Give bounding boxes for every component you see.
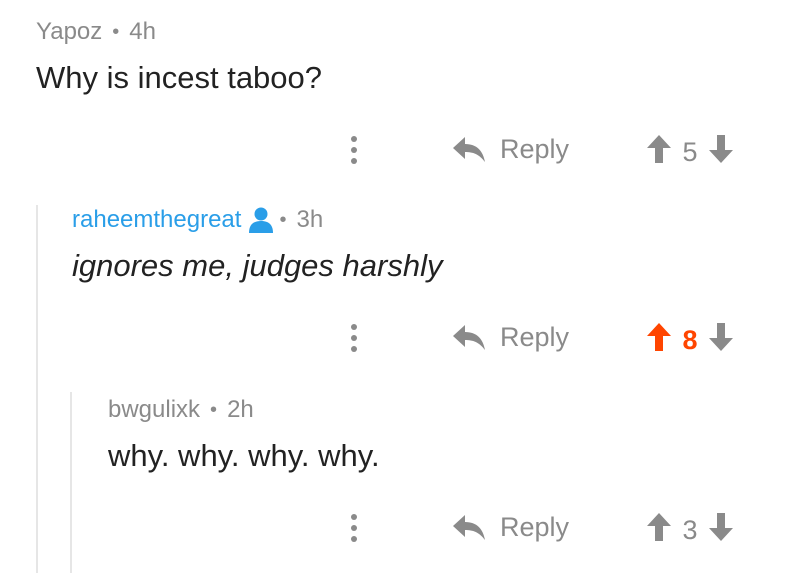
- reply-arrow-icon: [453, 324, 485, 350]
- vote-controls: 8: [646, 322, 734, 359]
- meta-separator: •: [210, 398, 218, 421]
- upvote-arrow-icon[interactable]: [646, 322, 672, 359]
- comment-actions: Reply 3: [0, 510, 800, 550]
- downvote-arrow-icon[interactable]: [708, 322, 734, 359]
- comment-author[interactable]: raheemthegreat: [72, 206, 241, 234]
- reply-button[interactable]: Reply: [452, 134, 569, 165]
- reply-button[interactable]: Reply: [452, 322, 569, 353]
- comment-meta: raheemthegreat • 3h: [72, 206, 442, 234]
- more-options-icon[interactable]: [350, 136, 358, 172]
- vote-controls: 3: [646, 512, 734, 549]
- reply-button[interactable]: Reply: [452, 512, 569, 543]
- reply-label: Reply: [500, 134, 570, 164]
- comment-actions: Reply 5: [0, 132, 800, 172]
- comment-actions: Reply 8: [0, 320, 800, 360]
- meta-separator: •: [112, 20, 120, 43]
- comment-author[interactable]: bwgulixk: [108, 396, 200, 424]
- comment-body: Why is incest taboo?: [36, 60, 323, 95]
- comment-bwgulixk: bwgulixk • 2h why. why. why. why.: [108, 396, 380, 474]
- more-options-icon[interactable]: [350, 324, 358, 360]
- vote-score: 5: [682, 137, 698, 167]
- comment-meta: Yapoz • 4h: [36, 18, 322, 46]
- more-options-icon[interactable]: [350, 514, 358, 550]
- vote-controls: 5: [646, 134, 734, 171]
- comment-body: why. why. why. why.: [108, 438, 380, 473]
- reply-arrow-icon: [453, 514, 485, 540]
- reply-label: Reply: [500, 512, 570, 542]
- user-icon: [249, 207, 274, 233]
- upvote-arrow-icon[interactable]: [646, 512, 672, 549]
- comment-body: ignores me, judges harshly: [72, 248, 443, 283]
- vote-score: 8: [682, 325, 698, 355]
- reply-arrow-icon: [453, 136, 485, 162]
- downvote-arrow-icon[interactable]: [708, 134, 734, 171]
- comment-age: 2h: [227, 396, 254, 423]
- comment-age: 3h: [296, 206, 324, 233]
- comment-age: 4h: [129, 18, 156, 45]
- comment-yapoz: Yapoz • 4h Why is incest taboo?: [36, 18, 322, 96]
- downvote-arrow-icon[interactable]: [708, 512, 734, 549]
- vote-score: 3: [682, 515, 698, 545]
- comment-meta: bwgulixk • 2h: [108, 396, 380, 424]
- reply-label: Reply: [500, 322, 570, 352]
- upvote-arrow-icon[interactable]: [646, 134, 672, 171]
- meta-separator: •: [279, 208, 287, 231]
- comment-author[interactable]: Yapoz: [36, 18, 102, 46]
- comment-raheemthegreat: raheemthegreat • 3h ignores me, judges h…: [72, 206, 442, 284]
